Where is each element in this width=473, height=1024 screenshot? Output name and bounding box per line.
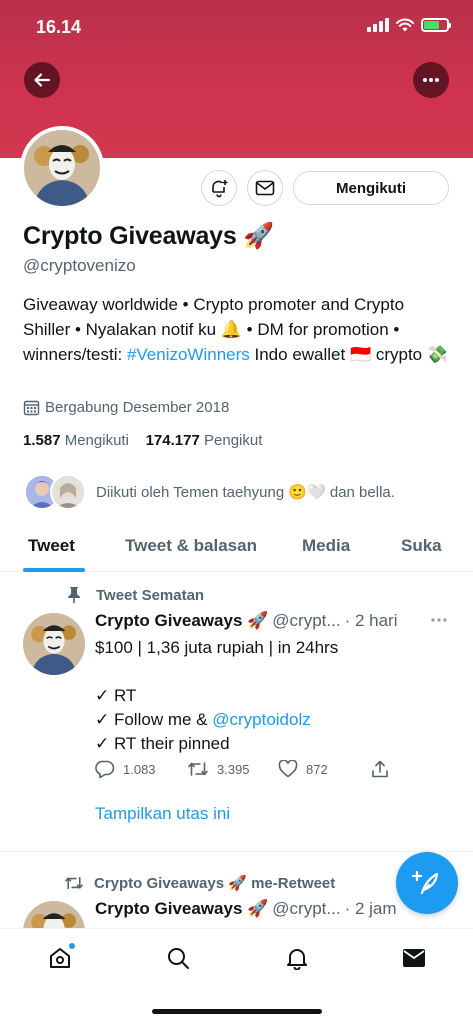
nav-notifications[interactable] [282, 943, 312, 973]
followed-by-text: Diikuti oleh Temen taehyung 🙂🤍 dan bella… [96, 484, 395, 501]
follow-stats: 1.587 Mengikuti 174.177 Pengikut [23, 432, 262, 449]
envelope-icon [403, 949, 425, 967]
active-tab-indicator [23, 568, 85, 572]
show-thread-link[interactable]: Tampilkan utas ini [95, 804, 230, 824]
pin-icon [68, 587, 80, 603]
compose-tweet-button[interactable] [396, 852, 458, 914]
like-button[interactable]: 872 [278, 760, 328, 778]
tweet-author-name[interactable]: Crypto Giveaways 🚀 [95, 899, 268, 919]
reply-button[interactable]: 1.083 [95, 760, 156, 779]
bell-icon [287, 949, 307, 970]
home-indicator [152, 1009, 322, 1014]
pinned-tweet-label: Tweet Sematan [66, 586, 204, 604]
share-icon [372, 760, 388, 778]
calendar-icon [23, 400, 40, 416]
joined-text: Bergabung Desember 2018 [45, 399, 230, 416]
retweet-icon [65, 876, 83, 890]
tweet-author-name[interactable]: Crypto Giveaways 🚀 [95, 611, 268, 631]
cellular-signal-icon [367, 18, 389, 32]
nav-messages[interactable] [399, 943, 429, 973]
tweet-author-avatar[interactable] [23, 613, 85, 675]
status-time: 16.14 [36, 17, 82, 37]
profile-bio: Giveaway worldwide • Crypto promoter and… [23, 292, 453, 367]
tab-media[interactable]: Media [302, 536, 350, 556]
more-options-button[interactable] [413, 62, 449, 98]
profile-tabs: Tweet Tweet & balasan Media Suka [0, 522, 473, 572]
status-bar: 16.14 [0, 0, 473, 56]
joined-date: Bergabung Desember 2018 [23, 399, 229, 416]
tweet-more-icon[interactable] [431, 618, 447, 622]
tab-likes[interactable]: Suka [401, 536, 442, 556]
retweet-icon [188, 762, 208, 776]
wifi-icon [396, 18, 414, 32]
notification-dot [69, 943, 75, 949]
avatar-image [24, 130, 100, 206]
tab-tweet[interactable]: Tweet [28, 536, 75, 556]
search-icon [168, 948, 189, 969]
followers-stat[interactable]: 174.177 Pengikut [146, 432, 263, 449]
nav-home[interactable] [45, 943, 75, 973]
bio-hashtag-link[interactable]: #VenizoWinners [127, 345, 250, 364]
arrow-left-icon [34, 73, 51, 87]
tweet-divider [0, 851, 473, 852]
profile-display-name: Crypto Giveaways 🚀 [23, 222, 275, 250]
more-dots-icon [423, 78, 439, 82]
share-button[interactable] [371, 760, 389, 778]
tweet-time: · 2 hari [344, 611, 398, 630]
tweet-header: Crypto Giveaways 🚀 @crypt... · 2 hari [95, 611, 445, 631]
message-button[interactable] [247, 170, 283, 206]
feather-plus-icon [412, 870, 439, 895]
back-button[interactable] [24, 62, 60, 98]
follower-avatar [50, 474, 86, 510]
retweet-context-label: Crypto Giveaways 🚀 me-Retweet [64, 874, 335, 892]
tweet-time: · 2 jam [344, 899, 397, 918]
tweet-author-handle: @crypt... [272, 611, 341, 630]
nav-search[interactable] [163, 943, 193, 973]
retweet-button[interactable]: 3.395 [187, 760, 250, 778]
heart-icon [278, 760, 298, 778]
profile-avatar[interactable] [20, 126, 104, 210]
reply-icon [95, 760, 115, 779]
tweet-text: $100 | 1,36 juta rupiah | in 24hrs ✓ RT … [95, 638, 339, 753]
bell-plus-icon [212, 180, 228, 198]
following-stat[interactable]: 1.587 Mengikuti [23, 432, 129, 449]
tweet-header: Crypto Giveaways 🚀 @crypt... · 2 jam [95, 899, 445, 919]
home-icon [50, 948, 70, 968]
tweet-author-handle: @crypt... [272, 899, 341, 918]
battery-icon [421, 18, 451, 32]
bio-text-end: Indo ewallet 🇮🇩 crypto 💸 [249, 345, 449, 364]
tab-tweets-and-replies[interactable]: Tweet & balasan [125, 536, 257, 556]
tweet-actions: 1.083 3.395 872 [95, 760, 395, 782]
envelope-icon [255, 180, 275, 196]
following-button[interactable]: Mengikuti [293, 171, 449, 205]
profile-handle: @cryptovenizo [23, 256, 136, 275]
notification-bell-button[interactable] [201, 170, 237, 206]
followed-by-row[interactable]: Diikuti oleh Temen taehyung 🙂🤍 dan bella… [24, 474, 395, 510]
mention-link[interactable]: @cryptoidolz [212, 710, 311, 729]
